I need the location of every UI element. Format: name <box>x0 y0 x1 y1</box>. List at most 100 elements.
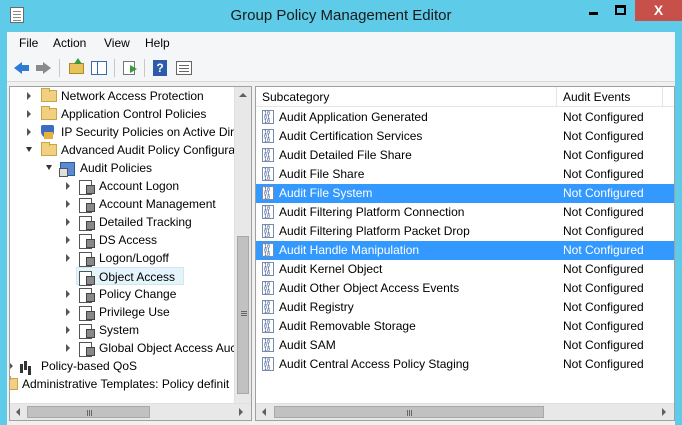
subcategory-cell: Audit Kernel Object <box>279 262 383 276</box>
audit-subcategory-icon: 10 01 10 <box>262 319 274 333</box>
toolbar-separator <box>114 59 115 77</box>
list-row[interactable]: 10 01 10 Audit Filtering Platform Packet … <box>256 222 674 241</box>
collapse-arrow-icon[interactable] <box>26 147 32 152</box>
folder-icon <box>41 88 57 102</box>
list-row[interactable]: 10 01 10 Audit File Share Not Configured <box>256 165 674 184</box>
expand-arrow-icon[interactable] <box>10 362 13 370</box>
up-level-button[interactable] <box>66 58 86 78</box>
expand-arrow-icon[interactable] <box>66 344 70 352</box>
audit-events-cell: Not Configured <box>563 129 644 143</box>
tree-item-label: IP Security Policies on Active Dire <box>61 125 241 139</box>
scrollbar-thumb[interactable] <box>237 236 249 394</box>
column-divider[interactable] <box>662 87 663 107</box>
menu-bar: File Action View Help <box>7 32 675 54</box>
audit-subcategory-icon: 10 01 10 <box>262 243 274 257</box>
list-row[interactable]: 10 01 10 Audit File System Not Configured <box>256 184 674 203</box>
show-hide-tree-button[interactable] <box>89 58 109 78</box>
console-tree-pane[interactable]: Network Access Protection Application Co… <box>9 86 252 421</box>
tree-item-label: Policy Change <box>99 287 177 301</box>
back-arrow-icon <box>14 62 29 74</box>
help-button[interactable]: ? <box>150 58 170 78</box>
tree-horizontal-scrollbar[interactable] <box>10 403 251 420</box>
scrollbar-thumb[interactable] <box>274 406 544 418</box>
minimize-button[interactable] <box>580 0 607 21</box>
menu-help[interactable]: Help <box>145 36 170 50</box>
folder-icon <box>10 376 18 390</box>
list-row[interactable]: 10 01 10 Audit Kernel Object Not Configure… <box>256 260 674 279</box>
maximize-button[interactable] <box>607 0 634 21</box>
forward-button[interactable] <box>34 58 54 78</box>
title-bar[interactable]: Group Policy Management Editor X <box>0 0 682 32</box>
list-row[interactable]: 10 01 10 Audit SAM Not Configured <box>256 336 674 355</box>
list-row[interactable]: 10 01 10 Audit Filtering Platform Connect… <box>256 203 674 222</box>
subcategory-cell: Audit File System <box>279 186 373 200</box>
expand-arrow-icon[interactable] <box>66 290 70 298</box>
expand-arrow-icon[interactable] <box>66 182 70 190</box>
list-row[interactable]: 10 01 10 Audit Removable Storage Not Confi… <box>256 317 674 336</box>
scroll-right-arrow-icon[interactable] <box>662 408 666 416</box>
expand-arrow-icon[interactable] <box>66 236 70 244</box>
subcategory-cell: Audit Filtering Platform Connection <box>279 205 465 219</box>
expand-arrow-icon[interactable] <box>27 128 31 136</box>
audit-events-cell: Not Configured <box>563 205 644 219</box>
scroll-right-arrow-icon[interactable] <box>239 408 243 416</box>
expand-arrow-icon[interactable] <box>66 326 70 334</box>
list-row[interactable]: 10 01 10 Audit Central Access Policy Stag… <box>256 355 674 374</box>
audit-subcategory-icon: 10 01 10 <box>262 110 274 124</box>
expand-arrow-icon[interactable] <box>66 218 70 226</box>
audit-events-cell: Not Configured <box>563 243 644 257</box>
menu-file[interactable]: File <box>19 36 38 50</box>
close-button[interactable]: X <box>635 0 682 21</box>
expand-arrow-icon[interactable] <box>66 200 70 208</box>
subcategory-cell: Audit SAM <box>279 338 336 352</box>
column-header-audit-events[interactable]: Audit Events <box>557 87 630 107</box>
list-row[interactable]: 10 01 10 Audit Certification Services Not … <box>256 127 674 146</box>
audit-events-cell: Not Configured <box>563 357 644 371</box>
policy-icon <box>78 178 95 195</box>
tree-item-label: Audit Policies <box>80 161 153 175</box>
expand-arrow-icon[interactable] <box>66 254 70 262</box>
scrollbar-thumb[interactable] <box>27 406 150 418</box>
menu-action[interactable]: Action <box>53 36 86 50</box>
expand-arrow-icon[interactable] <box>27 110 31 118</box>
grip-icon <box>407 410 408 416</box>
expand-arrow-icon[interactable] <box>27 92 31 100</box>
collapse-arrow-icon[interactable] <box>46 165 52 170</box>
policy-icon <box>78 286 95 303</box>
list-row[interactable]: 10 01 10 Audit Registry Not Configured <box>256 298 674 317</box>
tree-vertical-scrollbar[interactable] <box>234 87 251 403</box>
list-row[interactable]: 10 01 10 Audit Detailed File Share Not Con… <box>256 146 674 165</box>
column-header-subcategory[interactable]: Subcategory <box>256 87 329 107</box>
audit-events-cell: Not Configured <box>563 262 644 276</box>
scroll-up-arrow-icon[interactable] <box>239 93 247 97</box>
tree-item-object-access[interactable]: Object Access <box>76 267 184 286</box>
grip-icon <box>241 311 247 312</box>
audit-subcategory-icon: 10 01 10 <box>262 167 274 181</box>
properties-icon <box>176 61 192 75</box>
export-list-button[interactable] <box>120 58 140 78</box>
tree-item-label: System <box>99 323 140 337</box>
subcategory-cell: Audit Central Access Policy Staging <box>279 357 470 371</box>
list-row[interactable]: 10 01 10 Audit Application Generated Not C… <box>256 108 674 127</box>
audit-subcategory-icon: 10 01 10 <box>262 129 274 143</box>
policy-icon <box>78 232 95 249</box>
shield-icon <box>40 124 56 140</box>
expand-arrow-icon[interactable] <box>66 308 70 316</box>
list-row[interactable]: 10 01 10 Audit Other Object Access Events… <box>256 279 674 298</box>
scroll-left-arrow-icon[interactable] <box>16 408 20 416</box>
maximize-icon <box>615 5 626 15</box>
audit-subcategory-icon: 10 01 10 <box>262 338 274 352</box>
menu-view[interactable]: View <box>104 36 130 50</box>
list-horizontal-scrollbar[interactable] <box>256 403 674 420</box>
audit-policy-icon <box>59 160 75 177</box>
scroll-left-arrow-icon[interactable] <box>262 408 266 416</box>
back-button[interactable] <box>12 58 32 78</box>
details-list-pane[interactable]: Subcategory Audit Events 10 01 10 Audit A… <box>255 86 675 421</box>
grip-icon <box>87 410 88 416</box>
export-list-icon <box>123 61 137 75</box>
audit-events-cell: Not Configured <box>563 300 644 314</box>
subcategory-cell: Audit File Share <box>279 167 365 181</box>
properties-button[interactable] <box>174 58 194 78</box>
subcategory-cell: Audit Detailed File Share <box>279 148 412 162</box>
list-row[interactable]: 10 01 10 Audit Handle Manipulation Not Con… <box>256 241 674 260</box>
